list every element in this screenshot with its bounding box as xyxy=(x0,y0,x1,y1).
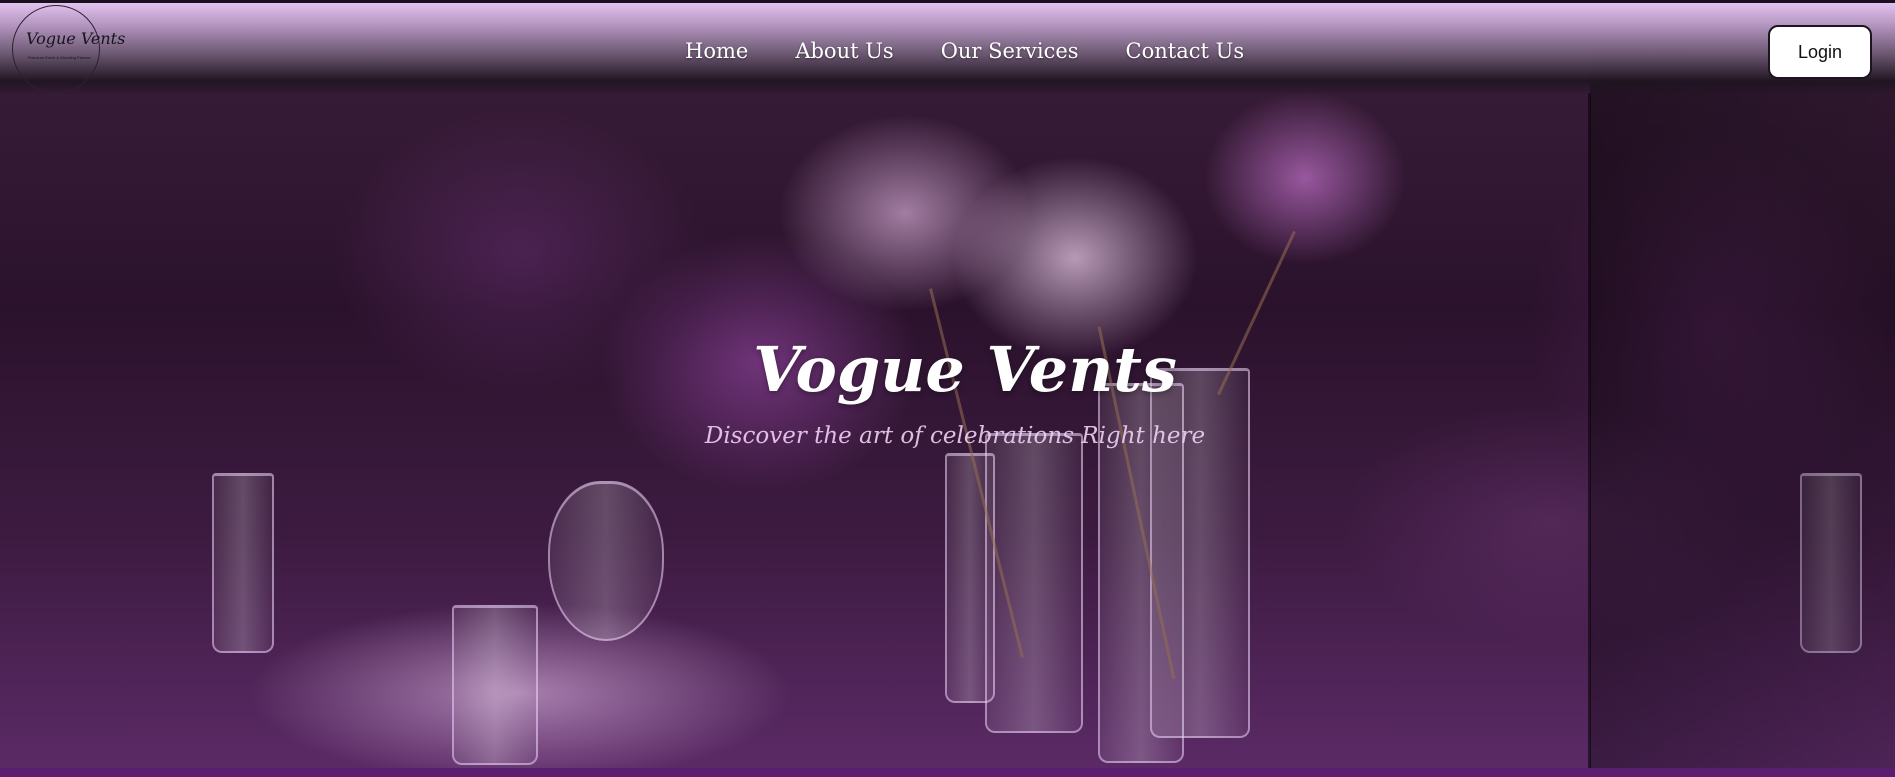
glass-decoration xyxy=(212,473,274,653)
logo-title: Vogue Vents xyxy=(26,29,126,48)
nav-services-link[interactable]: Our Services xyxy=(941,39,1079,63)
nav-contact-link[interactable]: Contact Us xyxy=(1126,39,1245,63)
top-navbar: Vogue Vents Premium Event & Wedding Plan… xyxy=(0,3,1895,95)
login-button[interactable]: Login xyxy=(1768,25,1872,79)
section-divider xyxy=(0,768,1895,777)
wine-glass-decoration xyxy=(548,481,664,641)
hero-title: Vogue Vents xyxy=(753,333,1177,406)
hero-subtitle: Discover the art of celebrations Right h… xyxy=(704,423,1206,449)
nav-about-link[interactable]: About Us xyxy=(795,39,893,63)
vase-decoration xyxy=(985,433,1083,733)
nav-home-link[interactable]: Home xyxy=(685,39,748,63)
glass-decoration xyxy=(452,605,538,765)
main-nav: Home About Us Our Services Contact Us xyxy=(685,39,1244,63)
vase-decoration xyxy=(945,453,995,703)
logo-tagline: Premium Event & Wedding Planner xyxy=(28,55,91,60)
brand-logo[interactable] xyxy=(12,5,100,93)
landing-page: Vogue Vents Premium Event & Wedding Plan… xyxy=(0,0,1895,777)
